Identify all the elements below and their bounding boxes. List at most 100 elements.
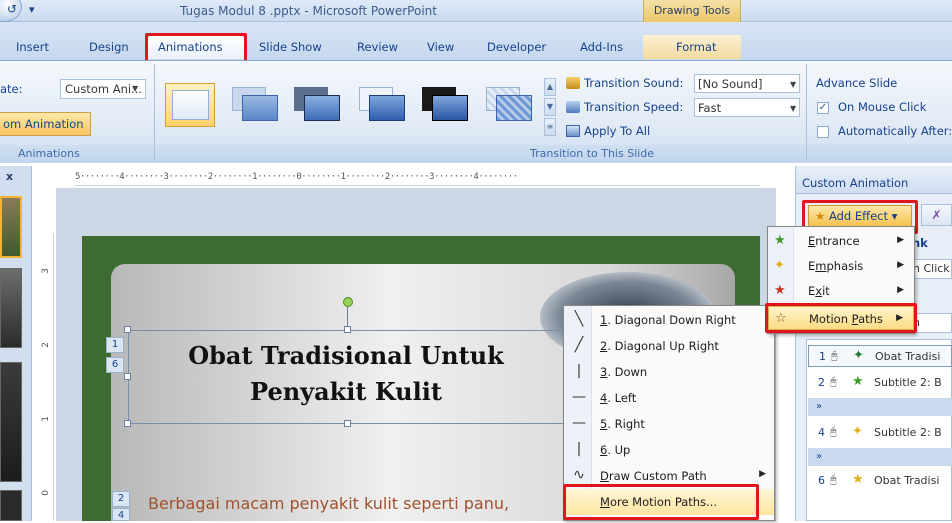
submenu-arrow-icon: ▶ [897, 285, 904, 295]
transition-thumb-icon [172, 90, 209, 120]
effect-name: Subtitle 2: B [874, 376, 942, 389]
resize-handle[interactable] [344, 326, 351, 333]
motion-effect-icon: ✦ [853, 348, 864, 363]
apply-to-all-label: Apply To All [584, 124, 651, 138]
expand-contents-toggle[interactable]: » [808, 448, 952, 466]
horizontal-ruler: 5········4········3········2········1···… [75, 170, 760, 186]
mouse-click-icon: 🖰 [831, 349, 838, 362]
slide-thumbnail[interactable] [0, 490, 22, 521]
slide-thumbnail[interactable] [0, 268, 22, 348]
ruler-mark: 3 [41, 268, 51, 274]
tab-add-ins[interactable]: Add-Ins [580, 40, 623, 54]
up-path-icon: | [576, 441, 582, 457]
chevron-down-icon[interactable]: ▼ [790, 104, 796, 113]
remove-icon: ✗ [931, 208, 942, 222]
right-path-icon: — [572, 415, 586, 431]
undo-icon[interactable]: ↺ [7, 2, 17, 16]
effect-name: Obat Tradisi [874, 474, 940, 487]
resize-handle[interactable] [124, 420, 131, 427]
effect-list-item[interactable]: 2 🖰 ★ Subtitle 2: B [808, 372, 952, 394]
transition-fade-black[interactable] [292, 85, 342, 123]
menu-item-up[interactable]: | 6. Up [564, 437, 774, 463]
transition-speed-dropdown[interactable]: Fast [694, 98, 800, 117]
animation-sequence-tag[interactable]: 6 [106, 357, 124, 373]
custom-animation-button[interactable]: om Animation [0, 112, 91, 136]
effect-order: 1 [819, 350, 826, 363]
menu-item-label: 1. Diagonal Down Right [600, 313, 736, 327]
diagonal-up-right-icon: ╱ [574, 337, 584, 353]
resize-handle[interactable] [344, 420, 351, 427]
customize-qat-icon[interactable]: ▾ [29, 3, 35, 16]
menu-item-left[interactable]: — 4. Left [564, 385, 774, 411]
ribbon-tab-row [0, 22, 952, 62]
menu-item-label: Entrance [808, 234, 860, 248]
slide-thumbnail[interactable] [0, 362, 22, 482]
effect-list-item[interactable]: 4 🖰 ✦ Subtitle 2: B [808, 422, 952, 444]
quick-access-toolbar[interactable]: ↺ ▾ [0, 0, 42, 22]
transition-no-transition[interactable] [165, 83, 215, 127]
menu-item-exit[interactable]: ★ Exit ▶ [768, 279, 914, 304]
transition-sound-row: Transition Sound: [566, 76, 683, 90]
ruler-mark: 2 [41, 342, 51, 348]
slide-title-line: Penyakit Kulit [250, 377, 442, 406]
resize-handle[interactable] [124, 326, 131, 333]
effect-order: 4 [818, 426, 825, 439]
diagonal-down-right-icon: ╲ [574, 311, 584, 327]
submenu-arrow-icon: ▶ [897, 235, 904, 245]
transition-thumb-icon [432, 95, 468, 121]
menu-item-right[interactable]: — 5. Right [564, 411, 774, 437]
sound-icon [566, 77, 580, 89]
transition-sound-label: Transition Sound: [584, 76, 684, 90]
exit-star-icon: ★ [774, 283, 786, 298]
menu-item-down[interactable]: | 3. Down [564, 359, 774, 385]
on-mouse-click-label: On Mouse Click [838, 100, 927, 114]
automatically-after-checkbox[interactable] [817, 126, 829, 138]
remove-effect-button[interactable]: ✗ [921, 204, 952, 226]
tab-format[interactable]: Format [676, 40, 717, 54]
animation-sequence-tag[interactable]: 1 [106, 337, 124, 353]
menu-item-diagonal-down-right[interactable]: ╲ 1. Diagonal Down Right [564, 307, 774, 333]
drawing-tools-tab-group: Drawing Tools [643, 0, 741, 22]
entrance-star-icon: ★ [774, 233, 786, 248]
tab-design[interactable]: Design [89, 40, 129, 54]
transition-cut[interactable] [357, 85, 407, 123]
expand-contents-toggle[interactable]: » [808, 398, 952, 416]
menu-item-emphasis[interactable]: ✦ Emphasis ▶ [768, 254, 914, 279]
tab-review[interactable]: Review [357, 40, 398, 54]
window-title: Tugas Modul 8 .pptx - Microsoft PowerPoi… [180, 4, 437, 18]
close-pane-icon[interactable]: x [6, 170, 13, 183]
ruler-mark: 0 [41, 490, 51, 496]
emphasis-star-icon: ✦ [774, 258, 785, 273]
transition-fade-smoothly[interactable] [230, 85, 280, 123]
mouse-click-icon: 🖰 [830, 473, 837, 486]
slide-thumbnail[interactable] [0, 196, 22, 258]
chevron-down-icon[interactable]: ▼ [132, 84, 138, 93]
slide-body-text: Berbagai macam penyakit kulit seperti pa… [148, 494, 510, 513]
tab-slide-show[interactable]: Slide Show [259, 40, 322, 54]
gallery-scroll-up-icon[interactable]: ▲ [544, 78, 556, 96]
transition-dissolve[interactable] [484, 85, 534, 123]
menu-item-entrance[interactable]: ★ Entrance ▶ [768, 229, 914, 254]
effect-list-item[interactable]: 6 🖰 ★ Obat Tradisi [808, 470, 952, 492]
menu-item-label: 5. Right [600, 417, 645, 431]
ribbon-group-label-band [0, 145, 952, 163]
tab-view[interactable]: View [427, 40, 454, 54]
tab-insert[interactable]: Insert [16, 40, 49, 54]
tab-developer[interactable]: Developer [487, 40, 546, 54]
rotation-handle[interactable] [343, 297, 353, 307]
transition-thumb-icon [496, 95, 532, 121]
effect-list-item[interactable]: 1 🖰 ✦ Obat Tradisi [808, 345, 952, 367]
animation-sequence-tag[interactable]: 4 [112, 508, 130, 521]
chevron-down-icon[interactable]: ▼ [790, 80, 796, 89]
menu-item-diagonal-up-right[interactable]: ╱ 2. Diagonal Up Right [564, 333, 774, 359]
transition-cut-black[interactable] [420, 85, 470, 123]
gallery-scroll-down-icon[interactable]: ▼ [544, 98, 556, 116]
apply-to-all-button[interactable]: Apply To All [566, 124, 650, 138]
transition-thumb-icon [369, 95, 405, 121]
transition-sound-dropdown[interactable]: [No Sound] [694, 74, 800, 93]
emphasis-effect-icon: ★ [852, 472, 864, 487]
vertical-ruler: 3 2 1 0 [38, 234, 54, 521]
animation-sequence-tag[interactable]: 2 [112, 491, 130, 507]
gallery-more-icon[interactable]: ≡ [544, 118, 556, 136]
on-mouse-click-checkbox[interactable]: ✓ [817, 102, 829, 114]
